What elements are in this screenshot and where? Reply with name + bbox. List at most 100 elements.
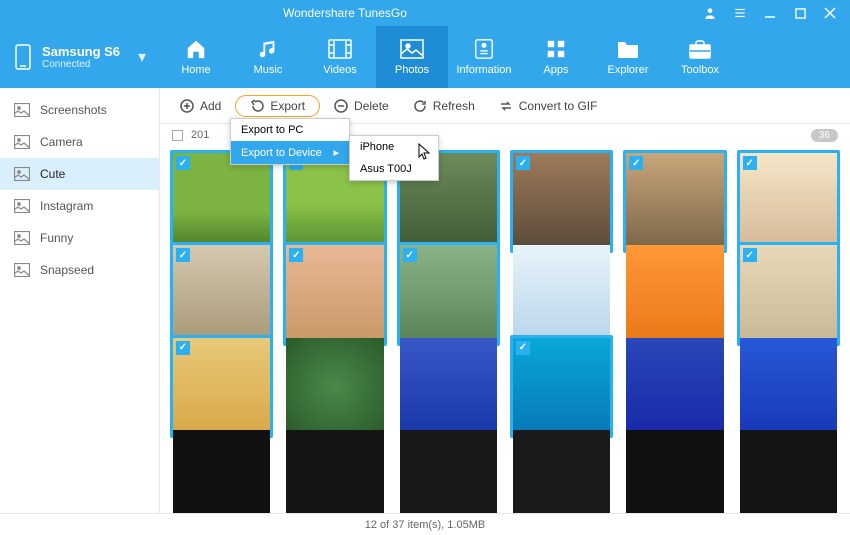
export-label: Export	[270, 99, 305, 113]
nav-information[interactable]: Information	[448, 26, 520, 88]
nav-label: Home	[181, 64, 210, 76]
export-target-asus[interactable]: Asus T00J	[350, 158, 438, 180]
sidebar-label: Camera	[40, 135, 83, 149]
picture-icon	[14, 135, 30, 149]
home-icon	[183, 38, 209, 60]
sidebar-item-funny[interactable]: Funny	[0, 222, 159, 254]
thumbnail[interactable]	[170, 335, 273, 438]
phone-icon	[14, 44, 32, 70]
nav-label: Information	[456, 64, 511, 76]
nav-label: Apps	[543, 64, 568, 76]
sidebar-item-snapseed[interactable]: Snapseed	[0, 254, 159, 286]
sidebar-item-instagram[interactable]: Instagram	[0, 190, 159, 222]
nav-explorer[interactable]: Explorer	[592, 26, 664, 88]
status-text: 12 of 37 item(s), 1.05MB	[365, 519, 485, 531]
thumbnail[interactable]	[397, 427, 500, 513]
photos-icon	[399, 38, 425, 60]
thumbnail[interactable]	[623, 150, 726, 253]
nav-apps[interactable]: Apps	[520, 26, 592, 88]
checkbox-icon[interactable]	[172, 130, 183, 141]
device-info: Samsung S6 Connected	[42, 44, 120, 70]
sidebar-label: Funny	[40, 231, 73, 245]
sidebar-item-camera[interactable]: Camera	[0, 126, 159, 158]
refresh-icon	[413, 99, 427, 113]
minus-icon	[334, 99, 348, 113]
device-selector[interactable]: Samsung S6 Connected ▾	[0, 26, 160, 88]
thumbnail[interactable]	[283, 427, 386, 513]
thumbnail[interactable]	[737, 335, 840, 438]
refresh-button[interactable]: Refresh	[403, 95, 485, 117]
nav-label: Explorer	[608, 64, 649, 76]
thumbnail[interactable]	[510, 150, 613, 253]
sidebar: Screenshots Camera CuteInstagram Funny Snaps…	[0, 88, 160, 513]
export-to-device[interactable]: Export to Device▸	[231, 141, 349, 164]
user-icon[interactable]	[702, 5, 718, 21]
thumbnail[interactable]	[737, 427, 840, 513]
thumbnail[interactable]	[170, 150, 273, 253]
check-icon	[289, 248, 303, 262]
thumbnail[interactable]	[510, 335, 613, 438]
nav-photos[interactable]: Photos	[376, 26, 448, 88]
thumbnail[interactable]	[737, 242, 840, 345]
thumbnail[interactable]	[397, 335, 500, 438]
maximize-button[interactable]	[792, 5, 808, 21]
group-date: 201	[191, 129, 209, 141]
export-device-submenu: iPhone Asus T00J	[349, 135, 439, 181]
chevron-right-icon: ▸	[333, 146, 339, 159]
add-label: Add	[200, 99, 221, 113]
add-button[interactable]: Add	[170, 95, 231, 117]
thumbnail-image	[626, 338, 723, 435]
sidebar-item-cute[interactable]: Cute	[0, 158, 159, 190]
thumbnail[interactable]	[510, 427, 613, 513]
title-bar: Wondershare TunesGo	[0, 0, 850, 26]
thumbnail-image	[400, 338, 497, 435]
thumbnail[interactable]	[623, 427, 726, 513]
device-name: Samsung S6	[42, 44, 120, 59]
check-icon	[743, 248, 757, 262]
nav-videos[interactable]: Videos	[304, 26, 376, 88]
information-icon	[471, 38, 497, 60]
nav-items: Home Music VideosPhotos Information Apps Expl…	[160, 26, 736, 88]
thumbnail[interactable]	[283, 242, 386, 345]
convert-gif-button[interactable]: Convert to GIF	[489, 95, 608, 117]
thumbnail[interactable]	[283, 335, 386, 438]
device-status: Connected	[42, 59, 120, 70]
check-icon	[176, 156, 190, 170]
thumbnail[interactable]	[623, 242, 726, 345]
content-area: Add Export Delete Refresh Convert to GIF…	[160, 88, 850, 513]
thumbnail[interactable]	[510, 242, 613, 345]
thumbnail-image	[173, 430, 270, 513]
sidebar-label: Snapseed	[40, 263, 94, 277]
thumbnail[interactable]	[737, 150, 840, 253]
export-menu: Export to PC Export to Device▸	[230, 118, 350, 165]
sidebar-item-screenshots[interactable]: Screenshots	[0, 94, 159, 126]
check-icon	[176, 341, 190, 355]
export-to-pc[interactable]: Export to PC	[231, 119, 349, 141]
nav-home[interactable]: Home	[160, 26, 232, 88]
plus-icon	[180, 99, 194, 113]
thumbnail[interactable]	[170, 242, 273, 345]
thumbnail[interactable]	[397, 242, 500, 345]
check-icon	[403, 248, 417, 262]
nav-label: Music	[254, 64, 283, 76]
close-button[interactable]	[822, 5, 838, 21]
thumbnail-image	[513, 430, 610, 513]
status-bar: 12 of 37 item(s), 1.05MB	[0, 513, 850, 535]
convert-label: Convert to GIF	[519, 99, 598, 113]
main-area: Screenshots Camera CuteInstagram Funny Snaps…	[0, 88, 850, 513]
menu-icon[interactable]	[732, 5, 748, 21]
export-button[interactable]: Export	[235, 95, 320, 117]
nav-toolbox[interactable]: Toolbox	[664, 26, 736, 88]
explorer-icon	[615, 38, 641, 60]
delete-button[interactable]: Delete	[324, 95, 399, 117]
picture-icon	[14, 103, 30, 117]
thumbnail[interactable]	[623, 335, 726, 438]
thumbnail-grid	[160, 146, 850, 513]
export-target-iphone[interactable]: iPhone	[350, 136, 438, 158]
check-icon	[516, 156, 530, 170]
nav-music[interactable]: Music	[232, 26, 304, 88]
thumbnail[interactable]	[170, 427, 273, 513]
sidebar-label: Screenshots	[40, 103, 107, 117]
picture-icon	[14, 199, 30, 213]
minimize-button[interactable]	[762, 5, 778, 21]
